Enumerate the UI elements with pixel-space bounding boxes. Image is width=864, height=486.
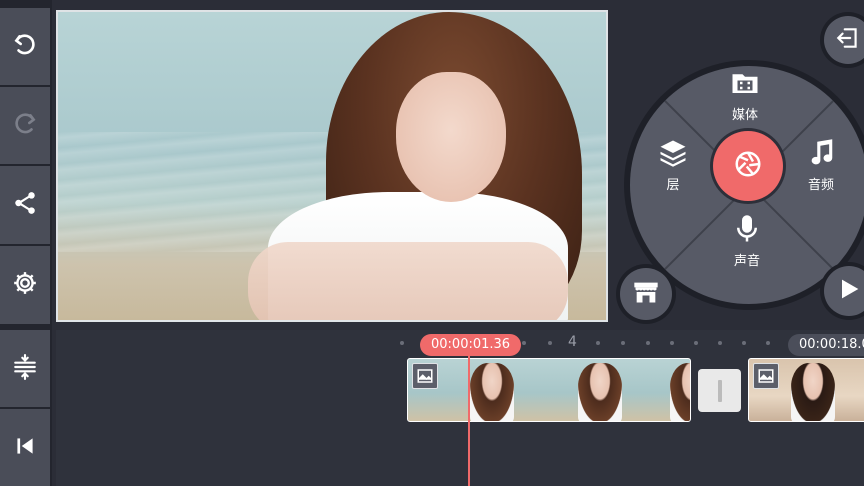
expand-vertical-icon xyxy=(12,353,38,384)
skip-to-start-icon xyxy=(12,433,38,463)
left-toolbar xyxy=(0,0,52,486)
share-icon xyxy=(12,190,38,220)
layer-button[interactable]: 层 xyxy=(658,138,688,193)
undo-button[interactable] xyxy=(0,8,50,85)
redo-button[interactable] xyxy=(0,87,50,164)
playhead-time: 00:00:01.36 xyxy=(420,334,522,356)
clip-thumbnail xyxy=(791,363,835,421)
voice-button[interactable]: 声音 xyxy=(732,214,762,269)
ruler-dot xyxy=(522,341,526,345)
voice-label: 声音 xyxy=(733,254,760,269)
video-clip[interactable] xyxy=(407,358,691,422)
transition-icon xyxy=(717,379,722,402)
expand-timeline-button[interactable] xyxy=(0,330,50,407)
ruler-dot xyxy=(766,341,770,345)
ruler-dot xyxy=(742,341,746,345)
transition-button[interactable] xyxy=(698,369,741,412)
ruler-dot xyxy=(694,341,698,345)
layer-label: 层 xyxy=(666,178,680,193)
play-button[interactable] xyxy=(820,262,864,320)
playhead[interactable] xyxy=(468,352,470,486)
gear-icon xyxy=(12,270,38,300)
settings-button[interactable] xyxy=(0,246,50,324)
camera-shutter-icon xyxy=(733,149,763,183)
ruler-dot xyxy=(718,341,722,345)
video-clip[interactable] xyxy=(748,358,864,422)
clip-thumbnail xyxy=(670,363,690,421)
ruler-dot xyxy=(646,341,650,345)
redo-icon xyxy=(12,111,38,141)
image-icon xyxy=(412,363,438,389)
video-preview[interactable] xyxy=(56,10,608,322)
go-to-start-button[interactable] xyxy=(0,409,50,486)
play-icon xyxy=(835,275,863,307)
ruler-dot xyxy=(621,341,625,345)
exit-icon xyxy=(835,25,861,55)
music-note-icon xyxy=(806,138,836,174)
undo-icon xyxy=(12,32,38,62)
preview-subject-arms xyxy=(248,242,568,320)
media-button[interactable]: 媒体 xyxy=(730,68,760,123)
image-icon xyxy=(753,363,779,389)
ruler-dot xyxy=(670,341,674,345)
total-time: 00:00:18.00 xyxy=(788,334,864,356)
record-button-inner xyxy=(713,131,783,201)
clip-thumbnail xyxy=(578,363,622,421)
asset-store-button[interactable] xyxy=(616,264,676,324)
preview-subject-face xyxy=(396,72,506,202)
ruler-label: 4 xyxy=(568,334,577,350)
microphone-icon xyxy=(732,214,762,250)
layers-icon xyxy=(658,138,688,174)
ruler-dot xyxy=(596,341,600,345)
record-button[interactable] xyxy=(710,128,786,204)
media-label: 媒体 xyxy=(731,108,758,123)
share-button[interactable] xyxy=(0,166,50,244)
ruler-dot xyxy=(548,341,552,345)
store-icon xyxy=(632,278,660,310)
film-folder-icon xyxy=(730,68,760,104)
audio-label: 音频 xyxy=(807,178,834,193)
clip-thumbnail xyxy=(470,363,514,421)
video-editor: 媒体 层 音频 声音 4 00:00:01.36 00:00:18. xyxy=(0,0,864,486)
ruler-dot xyxy=(400,341,404,345)
exit-button[interactable] xyxy=(820,12,864,68)
audio-button[interactable]: 音频 xyxy=(806,138,836,193)
